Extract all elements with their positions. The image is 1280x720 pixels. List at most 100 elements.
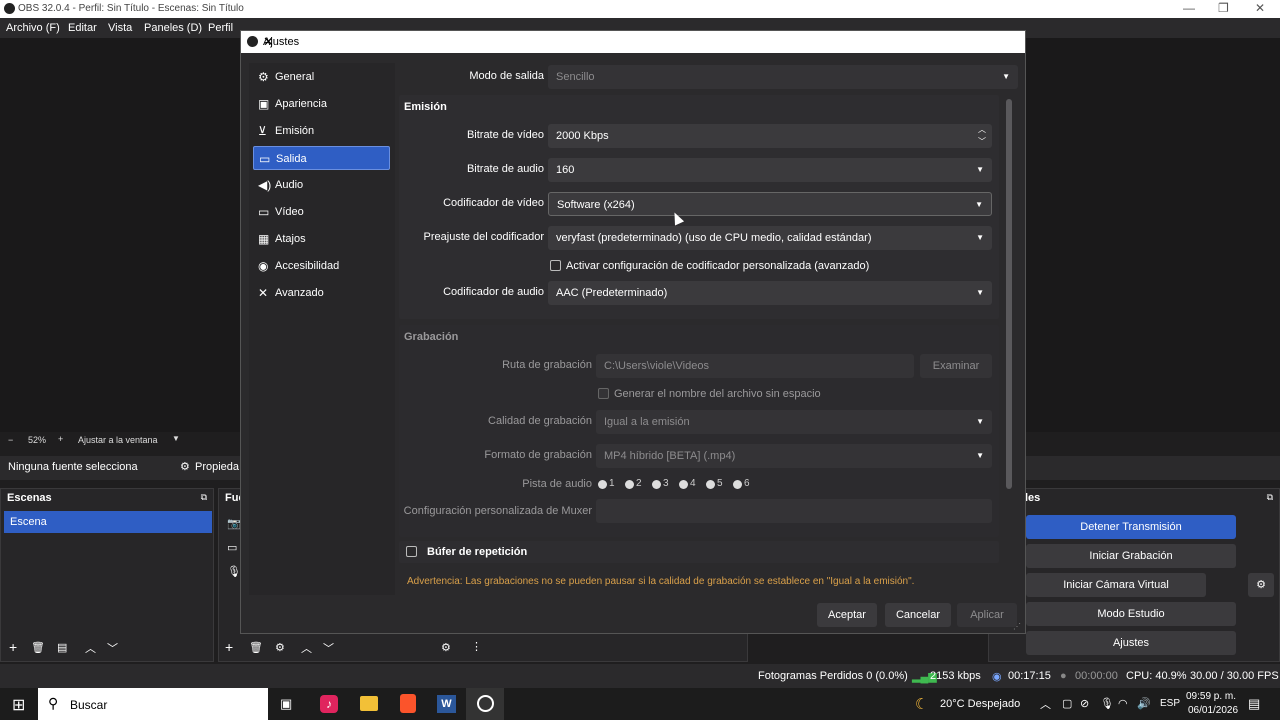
source-up-icon[interactable]: ︿ (301, 640, 312, 656)
tiktok-icon[interactable]: ♪ (320, 695, 338, 713)
zoom-in-icon[interactable]: + (58, 434, 63, 444)
recording-quality-select[interactable]: Igual a la emisión ▼ (596, 410, 992, 434)
nav-label: Salida (276, 153, 307, 165)
no-space-label[interactable]: Generar el nombre del archivo sin espaci… (614, 388, 821, 400)
menu-editar[interactable]: Editar (68, 22, 97, 34)
replay-buffer-label[interactable]: Búfer de repetición (427, 546, 527, 558)
menu-paneles[interactable]: Paneles (D) (144, 22, 202, 34)
source-gear-icon[interactable]: ⚙ (275, 641, 285, 654)
down-icon[interactable]: ﹀ (107, 640, 118, 656)
nav-accesibilidad[interactable]: ◉ Accesibilidad (253, 254, 390, 278)
clock-date[interactable]: 06/01/2026 (1188, 705, 1238, 716)
track-5-radio[interactable] (706, 480, 715, 489)
menu-perfil[interactable]: Perfil (208, 22, 233, 34)
maximize-icon[interactable]: ❐ (1218, 1, 1229, 15)
ok-button[interactable]: Aceptar (817, 603, 877, 627)
nav-apariencia[interactable]: ▣ Apariencia (253, 92, 390, 116)
source-down-icon[interactable]: ﹀ (323, 640, 334, 656)
custom-encoder-checkbox[interactable] (550, 260, 561, 271)
track-1-radio[interactable] (598, 480, 607, 489)
tray-camera-icon[interactable]: ▢ (1062, 697, 1072, 710)
nav-avanzado[interactable]: ✕ Avanzado (253, 281, 390, 305)
add-source-icon[interactable]: + (225, 639, 233, 655)
minimize-icon[interactable]: — (1183, 1, 1195, 15)
nav-video[interactable]: ▭ Vídeo (253, 200, 390, 224)
windows-icon[interactable]: ⊞ (12, 695, 25, 715)
up-icon[interactable]: ︿ (85, 640, 96, 656)
close-icon[interactable]: ✕ (1255, 1, 1265, 15)
mixer-settings-icon[interactable]: ⚙ (441, 641, 451, 654)
track-2-radio[interactable] (625, 480, 634, 489)
scene-item[interactable]: Escena (4, 511, 212, 533)
track-4-radio[interactable] (679, 480, 688, 489)
track-3-radio[interactable] (652, 480, 661, 489)
more-icon[interactable]: ⋮ (471, 640, 482, 653)
undock-icon[interactable]: ⧉ (201, 492, 207, 503)
nav-atajos[interactable]: ▦ Atajos (253, 227, 390, 251)
scrollbar-thumb[interactable] (1006, 99, 1012, 489)
trash-icon[interactable]: 🗑 (31, 641, 45, 654)
task-view-icon[interactable]: ▣ (280, 696, 292, 712)
notification-icon[interactable]: ▤ (1248, 696, 1260, 712)
clock-time[interactable]: 09:59 p. m. (1186, 691, 1236, 702)
nav-general[interactable]: ⚙ General (253, 65, 390, 89)
filter-icon[interactable]: ▤ (57, 641, 67, 654)
brave-icon[interactable] (400, 694, 416, 713)
search-box[interactable]: ⚲ Buscar (38, 688, 268, 720)
gear-icon[interactable]: ⚙ (180, 460, 190, 473)
browse-button[interactable]: Examinar (920, 354, 992, 378)
tray-volume-icon[interactable]: 🔊 (1137, 697, 1151, 710)
audio-bitrate-select[interactable]: 160 ▼ (548, 158, 992, 182)
cancel-button[interactable]: Cancelar (885, 603, 951, 627)
apply-button[interactable]: Aplicar (957, 603, 1017, 627)
add-icon[interactable]: + (9, 639, 17, 655)
zoom-fit[interactable]: Ajustar a la ventana (78, 435, 158, 445)
controls-undock-icon[interactable]: ⧉ (1267, 492, 1273, 503)
tray-network-off-icon[interactable]: ⊘ (1080, 697, 1089, 710)
chevron-up-icon[interactable]: ︿ (1040, 696, 1051, 712)
custom-encoder-label[interactable]: Activar configuración de codificador per… (566, 260, 869, 272)
recording-path-input[interactable]: C:\Users\viole\Videos (596, 354, 914, 378)
encoder-preset-select[interactable]: veryfast (predeterminado) (uso de CPU me… (548, 226, 992, 250)
start-recording-button[interactable]: Iniciar Grabación (1026, 544, 1236, 568)
muxer-input[interactable] (596, 499, 992, 523)
trash-source-icon[interactable]: 🗑 (249, 641, 263, 654)
video-bitrate-input[interactable]: 2000 Kbps ︿ ﹀ (548, 124, 992, 148)
audio-encoder-select[interactable]: AAC (Predeterminado) ▼ (548, 281, 992, 305)
output-mode-select[interactable]: Sencillo ▼ (548, 65, 1018, 89)
resize-grip-icon[interactable]: ⋰ (1013, 622, 1021, 631)
nav-salida[interactable]: ▭ Salida (253, 146, 390, 170)
nav-audio[interactable]: ◀) Audio (253, 173, 390, 197)
track-6-radio[interactable] (733, 480, 742, 489)
replay-buffer-checkbox[interactable] (406, 546, 417, 557)
settings-button[interactable]: Ajustes (1026, 631, 1236, 655)
language[interactable]: ESP (1160, 698, 1180, 709)
tools-icon: ✕ (258, 286, 269, 300)
properties-button[interactable]: Propiedad (195, 461, 239, 473)
menu-archivo[interactable]: Archivo (F) (6, 22, 60, 34)
nav-label: Accesibilidad (275, 260, 340, 272)
chevron-down-icon: ▼ (976, 417, 984, 426)
video-encoder-select[interactable]: Software (x264) ▼ (548, 192, 992, 216)
track-4-label: 4 (690, 478, 696, 489)
spin-up-icon[interactable]: ︿ (978, 124, 986, 136)
dialog-close-icon[interactable]: ✕ (263, 34, 1017, 50)
folder-icon[interactable] (360, 696, 378, 711)
virtual-camera-gear-icon[interactable]: ⚙ (1248, 573, 1274, 597)
settings-dialog: Ajustes ✕ ⚙ General ▣ Apariencia ⊻ Emisión … (240, 30, 1026, 634)
studio-mode-button[interactable]: Modo Estudio (1026, 602, 1236, 626)
tray-mic-icon[interactable]: 🎙 (1100, 697, 1114, 710)
recording-format-select[interactable]: MP4 híbrido [BETA] (.mp4) ▼ (596, 444, 992, 468)
chevron-down-icon[interactable]: ▼ (172, 434, 180, 443)
word-icon[interactable]: W (437, 695, 456, 713)
spin-down-icon[interactable]: ﹀ (978, 136, 986, 148)
virtual-camera-button[interactable]: Iniciar Cámara Virtual (1026, 573, 1206, 597)
no-space-checkbox[interactable] (598, 388, 609, 399)
scrollbar-track[interactable] (1005, 97, 1013, 563)
tray-wifi-icon[interactable]: ◠ (1118, 697, 1128, 710)
stop-stream-button[interactable]: Detener Transmisión (1026, 515, 1236, 539)
obs-taskbar-item[interactable] (466, 688, 504, 720)
menu-vista[interactable]: Vista (108, 22, 132, 34)
nav-emision[interactable]: ⊻ Emisión (253, 119, 390, 143)
zoom-out-icon[interactable]: − (8, 435, 13, 445)
